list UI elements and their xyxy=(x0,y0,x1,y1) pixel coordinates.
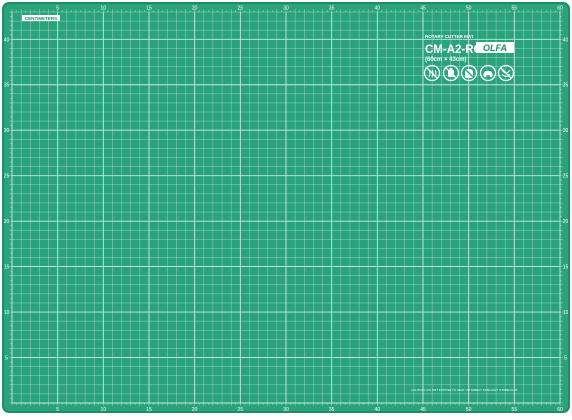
left-ruler-label: 25 xyxy=(4,174,10,180)
product-subtitle: ROTARY CUTTER MAT xyxy=(425,34,474,39)
top-ruler-label: 45 xyxy=(420,6,426,12)
top-ruler-label: 60 xyxy=(557,6,563,12)
bottom-ruler-label: 15 xyxy=(146,407,152,413)
fine-print: CAUTION: DO NOT EXPOSE TO HEAT OR DIRECT… xyxy=(411,388,518,392)
left-ruler-label: 40 xyxy=(4,37,10,43)
bottom-ruler-label: 50 xyxy=(466,407,472,413)
bottom-ruler-label: 30 xyxy=(283,407,289,413)
top-ruler-label: 5 xyxy=(56,6,59,12)
bottom-ruler-label: 40 xyxy=(375,407,381,413)
units-tag: CENTIMETERS xyxy=(25,16,57,21)
product-model: CM-A2-RC xyxy=(425,44,482,56)
bottom-ruler-label: 10 xyxy=(101,407,107,413)
bottom-ruler-label: 20 xyxy=(192,407,198,413)
bottom-ruler-label: 25 xyxy=(238,407,244,413)
right-ruler-label: 10 xyxy=(563,310,569,316)
top-ruler-label: 10 xyxy=(101,6,107,12)
left-ruler-label: 30 xyxy=(4,128,10,134)
top-ruler-label: 50 xyxy=(466,6,472,12)
left-ruler-label: 5 xyxy=(5,356,8,362)
bottom-ruler-label: 45 xyxy=(420,407,426,413)
right-ruler-label: 20 xyxy=(563,219,569,225)
left-ruler-label: 35 xyxy=(4,83,10,89)
right-ruler-label: 5 xyxy=(564,356,567,362)
top-ruler-label: 30 xyxy=(283,6,289,12)
bottom-ruler-label: 35 xyxy=(329,407,335,413)
top-ruler-label: 55 xyxy=(512,6,518,12)
right-ruler-label: 15 xyxy=(563,265,569,271)
top-ruler-label: 20 xyxy=(192,6,198,12)
bottom-ruler-label: 5 xyxy=(56,407,59,413)
right-ruler-label: 25 xyxy=(563,174,569,180)
right-ruler-label: 35 xyxy=(563,83,569,89)
top-ruler-label: 35 xyxy=(329,6,335,12)
left-ruler-label: 20 xyxy=(4,219,10,225)
mat-svg: 5 10 15 20 25 30 35 40 45 50 55 605 10 15 20 25 30 35 40 45… xyxy=(2,2,570,413)
top-ruler-label: 25 xyxy=(238,6,244,12)
right-ruler-label: 30 xyxy=(563,128,569,134)
cutting-mat: 5 10 15 20 25 30 35 40 45 50 55 60 5 10 15 20 25 30 35 40 45… xyxy=(0,0,572,415)
top-ruler-label: 40 xyxy=(375,6,381,12)
top-ruler-label: 15 xyxy=(146,6,152,12)
left-ruler-label: 10 xyxy=(4,310,10,316)
brand-logo: OLFA xyxy=(483,43,507,53)
right-ruler-label: 40 xyxy=(563,37,569,43)
left-ruler-label: 15 xyxy=(4,265,10,271)
bottom-ruler-label: 55 xyxy=(512,407,518,413)
product-size: (60cm × 43cm) xyxy=(425,57,467,63)
bottom-ruler-label: 60 xyxy=(557,407,563,413)
